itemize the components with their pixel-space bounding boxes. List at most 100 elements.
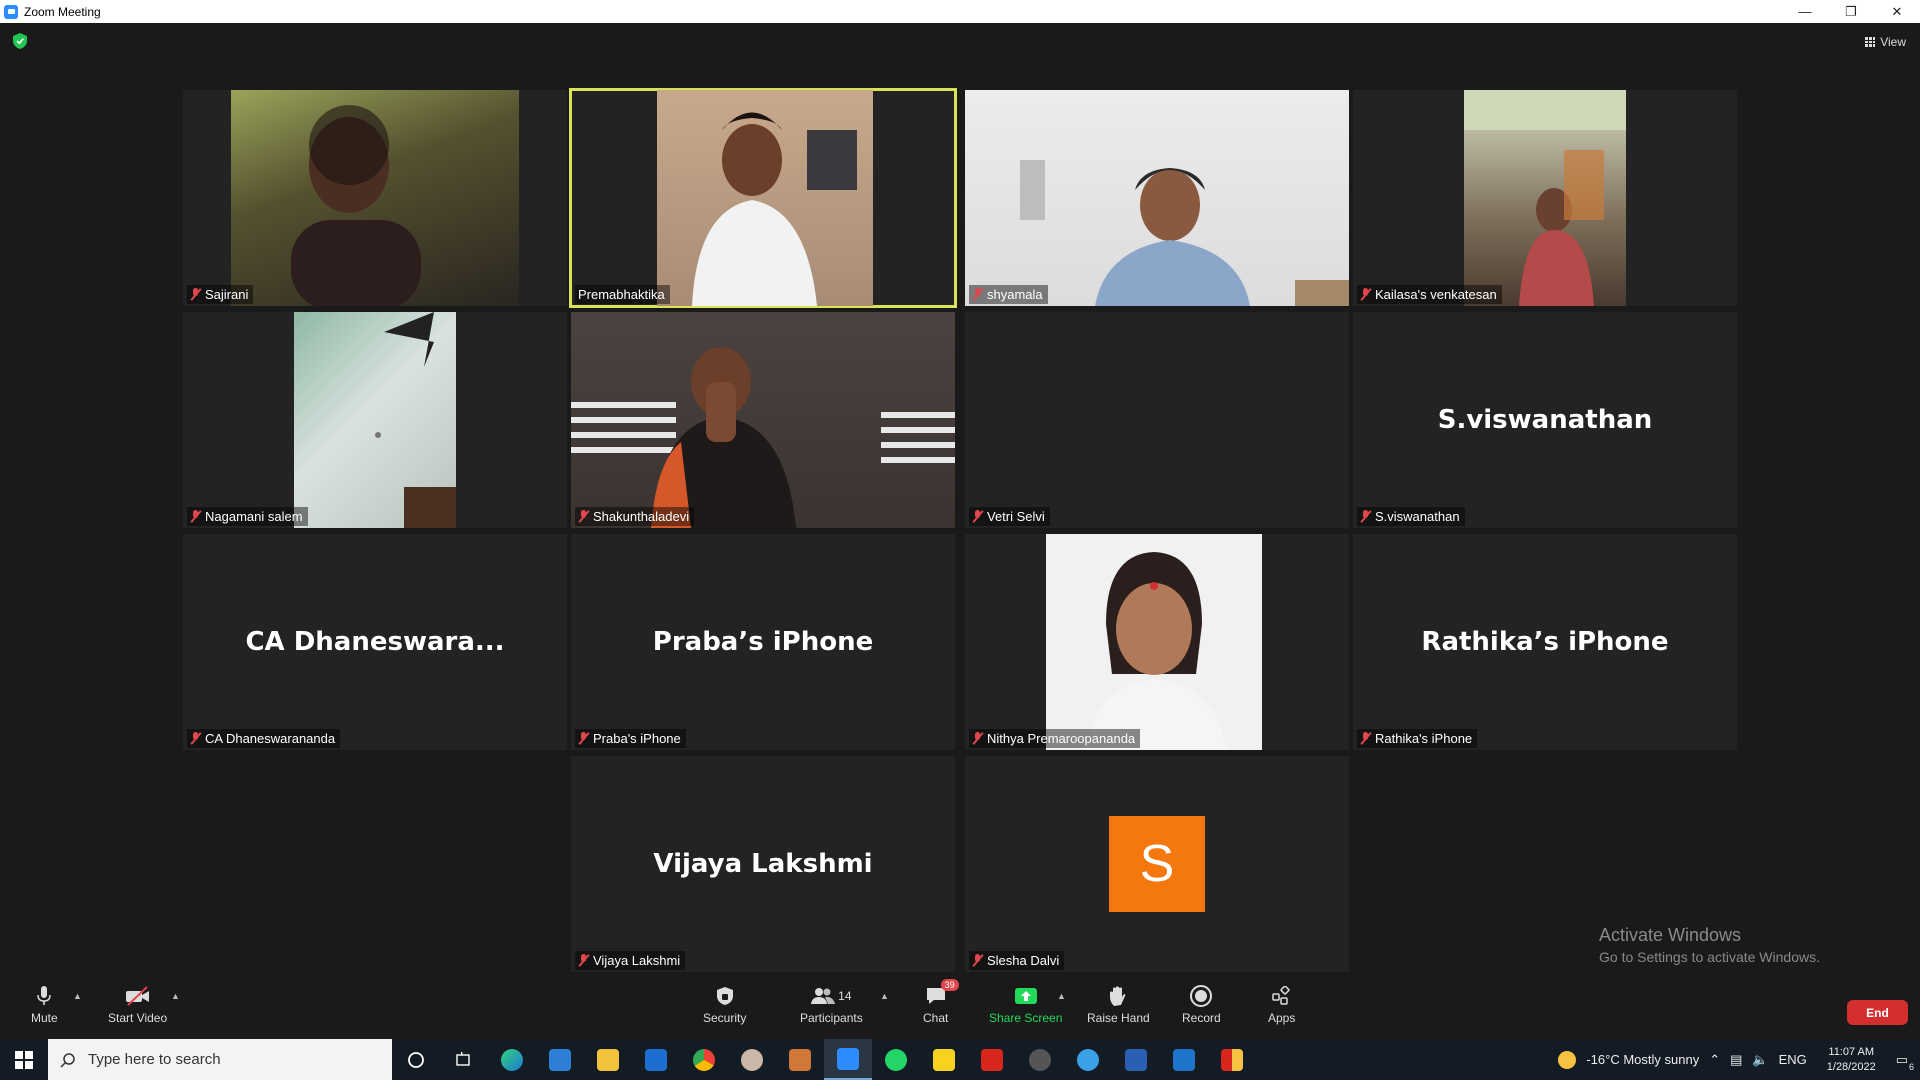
- raise-hand-icon: [1110, 986, 1126, 1006]
- mic-muted-icon: [190, 510, 201, 523]
- end-meeting-button[interactable]: End: [1847, 1000, 1908, 1025]
- mic-muted-icon: [1360, 732, 1371, 745]
- zoom-app-icon: [4, 4, 18, 19]
- participant-tile-vijaya-lakshmi[interactable]: Vijaya Lakshmi Vijaya Lakshmi: [571, 756, 955, 972]
- video-options-caret-icon[interactable]: ▲: [171, 991, 180, 1001]
- participant-tile-ca-dhaneswarananda[interactable]: CA Dhaneswara... CA Dhaneswarananda: [183, 534, 567, 750]
- participant-tile-shyamala[interactable]: shyamala: [965, 90, 1349, 306]
- tray-volume-icon[interactable]: 🔈: [1752, 1052, 1768, 1068]
- sticky-notes-icon[interactable]: [920, 1039, 968, 1080]
- chat-button[interactable]: 39 Chat: [923, 979, 959, 1025]
- view-button[interactable]: View: [1865, 35, 1906, 49]
- participant-tile-rathikas-iphone[interactable]: Rathika’s iPhone Rathika's iPhone: [1353, 534, 1737, 750]
- participant-tile-nagamani-salem[interactable]: Nagamani salem: [183, 312, 567, 528]
- participant-tile-premabhaktika[interactable]: Premabhaktika: [569, 88, 957, 308]
- search-placeholder: Type here to search: [88, 1051, 221, 1068]
- mic-muted-icon: [190, 732, 201, 745]
- security-shield-icon: [716, 987, 733, 1005]
- tray-chevron-icon[interactable]: ⌃: [1709, 1052, 1720, 1068]
- title-bar: Zoom Meeting — ❐ ✕: [0, 0, 1920, 23]
- share-options-caret-icon[interactable]: ▲: [1057, 991, 1066, 1001]
- edge-browser-icon[interactable]: [488, 1039, 536, 1080]
- window-title: Zoom Meeting: [24, 4, 101, 19]
- participant-video: [231, 90, 519, 306]
- participant-name-label: Slesha Dalvi: [969, 951, 1065, 970]
- photos-icon[interactable]: [1160, 1039, 1208, 1080]
- tray-network-icon[interactable]: ▤: [1730, 1052, 1742, 1068]
- task-view-icon[interactable]: [440, 1039, 488, 1080]
- taskbar-clock[interactable]: 11:07 AM 1/28/2022: [1827, 1045, 1876, 1075]
- close-icon[interactable]: ✕: [1874, 0, 1920, 23]
- windows-start-button[interactable]: [0, 1039, 48, 1080]
- mic-muted-icon: [972, 732, 983, 745]
- zoom-taskbar-icon[interactable]: [824, 1039, 872, 1080]
- notification-count: 6: [1908, 1061, 1914, 1072]
- acrobat-icon[interactable]: [968, 1039, 1016, 1080]
- cortana-icon[interactable]: [392, 1039, 440, 1080]
- watermark-title: Activate Windows: [1599, 925, 1742, 945]
- mic-muted-icon: [972, 510, 983, 523]
- participant-display-name: Vijaya Lakshmi: [653, 849, 873, 879]
- participant-tile-slesha-dalvi[interactable]: S Slesha Dalvi: [965, 756, 1349, 972]
- participant-tile-vetri-selvi[interactable]: Vetri Selvi: [965, 312, 1349, 528]
- clock-time: 11:07 AM: [1828, 1045, 1875, 1058]
- participant-name-label: Praba's iPhone: [575, 729, 686, 748]
- participants-button[interactable]: 14 Participants: [800, 983, 863, 1025]
- restore-icon[interactable]: ❐: [1828, 0, 1874, 23]
- taskbar-search-box[interactable]: Type here to search: [48, 1039, 392, 1080]
- weather-text[interactable]: -16°C Mostly sunny: [1586, 1052, 1699, 1067]
- app-brush-icon[interactable]: [776, 1039, 824, 1080]
- mic-muted-icon: [190, 288, 201, 301]
- notification-center-icon[interactable]: ▭ 6: [1896, 1052, 1914, 1072]
- start-video-button[interactable]: Start Video: [108, 983, 167, 1025]
- participant-video: [965, 90, 1349, 306]
- participant-tile-kailasas-venkatesan[interactable]: Kailasa's venkatesan: [1353, 90, 1737, 306]
- mail-icon[interactable]: [632, 1039, 680, 1080]
- app-grid-icon[interactable]: [1208, 1039, 1256, 1080]
- record-button[interactable]: Record: [1182, 983, 1221, 1025]
- video-off-icon: [125, 986, 149, 1006]
- view-label: View: [1880, 35, 1906, 49]
- microsoft-store-icon[interactable]: [536, 1039, 584, 1080]
- microphone-icon: [37, 986, 52, 1005]
- security-button[interactable]: Security: [703, 983, 746, 1025]
- whatsapp-icon[interactable]: [872, 1039, 920, 1080]
- windows-taskbar: Type here to search -16°C Mostly sunny ⌃…: [0, 1039, 1920, 1080]
- mic-muted-icon: [972, 954, 983, 967]
- participants-options-caret-icon[interactable]: ▲: [880, 991, 889, 1001]
- mic-muted-icon: [578, 732, 589, 745]
- participant-tile-shakunthaladevi[interactable]: Shakunthaladevi: [571, 312, 955, 528]
- participant-name-label: Shakunthaladevi: [575, 507, 695, 526]
- mute-button[interactable]: Mute: [31, 983, 58, 1025]
- media-player-icon[interactable]: [1016, 1039, 1064, 1080]
- zoom-app: Zoom Meeting — ❐ ✕ View Sajirani Premabh…: [0, 0, 1920, 1080]
- audio-options-caret-icon[interactable]: ▲: [73, 991, 82, 1001]
- language-indicator[interactable]: ENG: [1779, 1052, 1807, 1067]
- chrome-icon[interactable]: [680, 1039, 728, 1080]
- encryption-shield-icon[interactable]: [13, 33, 27, 49]
- app-brain-icon[interactable]: [728, 1039, 776, 1080]
- participant-name-label: Vijaya Lakshmi: [575, 951, 686, 970]
- mic-muted-icon: [972, 288, 983, 301]
- participant-video: [657, 90, 873, 306]
- apps-button[interactable]: Apps: [1268, 983, 1295, 1025]
- word-icon[interactable]: [1112, 1039, 1160, 1080]
- grid-view-icon: [1865, 37, 1876, 47]
- weather-sun-icon[interactable]: [1558, 1050, 1577, 1069]
- raise-hand-button[interactable]: Raise Hand: [1087, 983, 1150, 1025]
- participant-tile-s-viswanathan[interactable]: S.viswanathan S.viswanathan: [1353, 312, 1737, 528]
- participant-tile-sajirani[interactable]: Sajirani: [183, 90, 567, 306]
- participant-name-label: Nithya Premaroopananda: [969, 729, 1141, 748]
- file-explorer-icon[interactable]: [584, 1039, 632, 1080]
- minimize-icon[interactable]: —: [1782, 0, 1828, 23]
- share-screen-button[interactable]: Share Screen: [989, 983, 1062, 1025]
- participant-name-label: Kailasa's venkatesan: [1357, 285, 1502, 304]
- participant-name-label: Premabhaktika: [575, 285, 670, 304]
- mic-muted-icon: [578, 954, 589, 967]
- participant-name-label: S.viswanathan: [1357, 507, 1465, 526]
- participant-name-label: shyamala: [969, 285, 1048, 304]
- participant-tile-nithya-premaroopananda[interactable]: Nithya Premaroopananda: [965, 534, 1349, 750]
- participants-icon: [811, 988, 836, 1004]
- participant-tile-prabas-iphone[interactable]: Praba’s iPhone Praba's iPhone: [571, 534, 955, 750]
- internet-explorer-icon[interactable]: [1064, 1039, 1112, 1080]
